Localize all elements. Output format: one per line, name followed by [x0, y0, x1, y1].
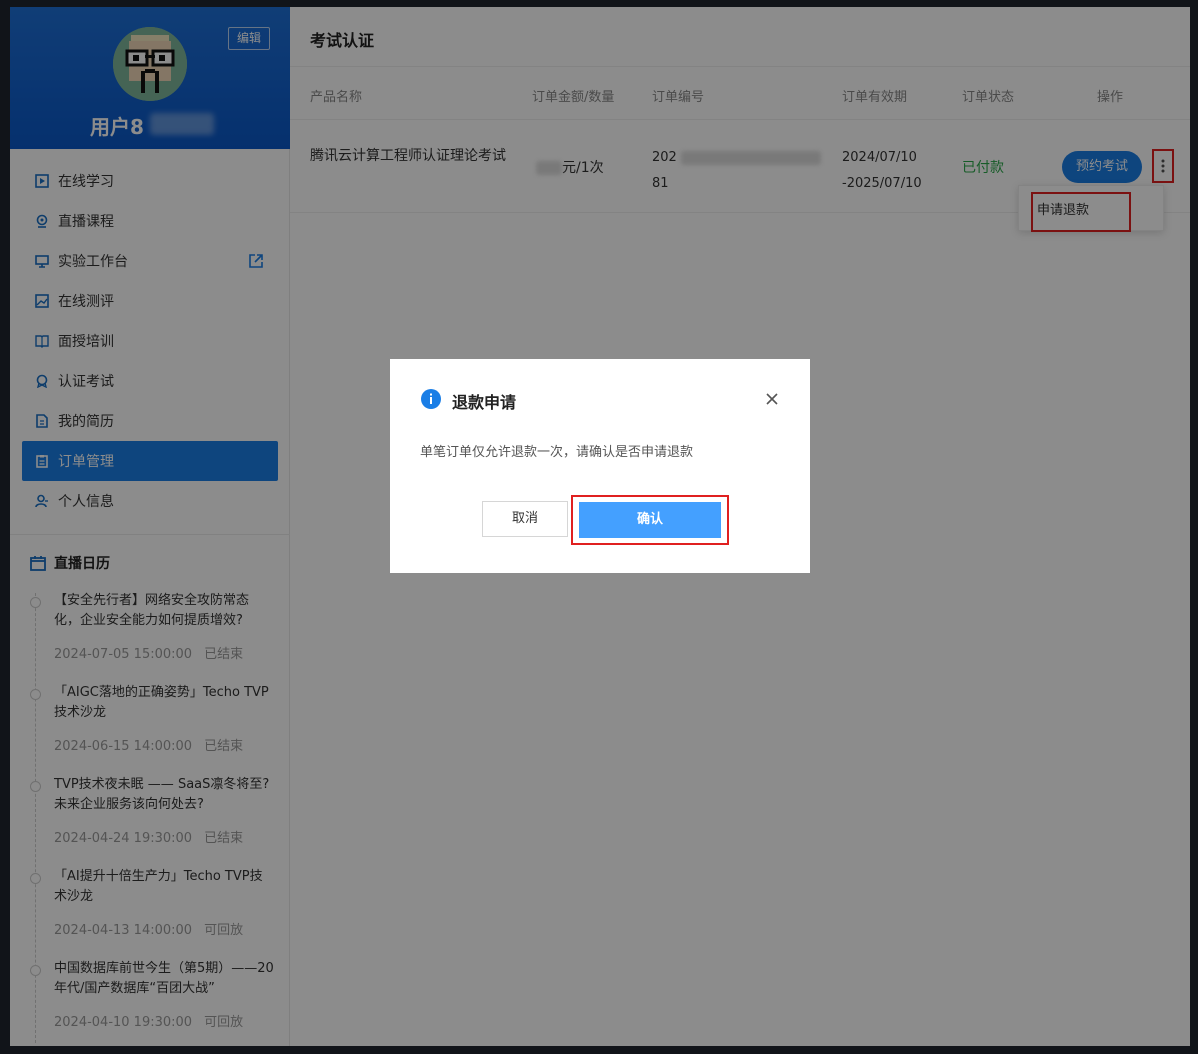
cancel-button[interactable]: 取消	[482, 501, 568, 537]
confirm-button[interactable]: 确认	[579, 502, 721, 538]
dialog-title: 退款申请	[452, 393, 517, 412]
info-icon	[421, 389, 441, 409]
refund-dialog: 退款申请 单笔订单仅允许退款一次，请确认是否申请退款 取消 确认	[390, 359, 810, 573]
dialog-message: 单笔订单仅允许退款一次，请确认是否申请退款	[420, 445, 694, 460]
confirm-button-highlight: 确认	[571, 495, 729, 545]
close-icon[interactable]	[762, 389, 782, 409]
